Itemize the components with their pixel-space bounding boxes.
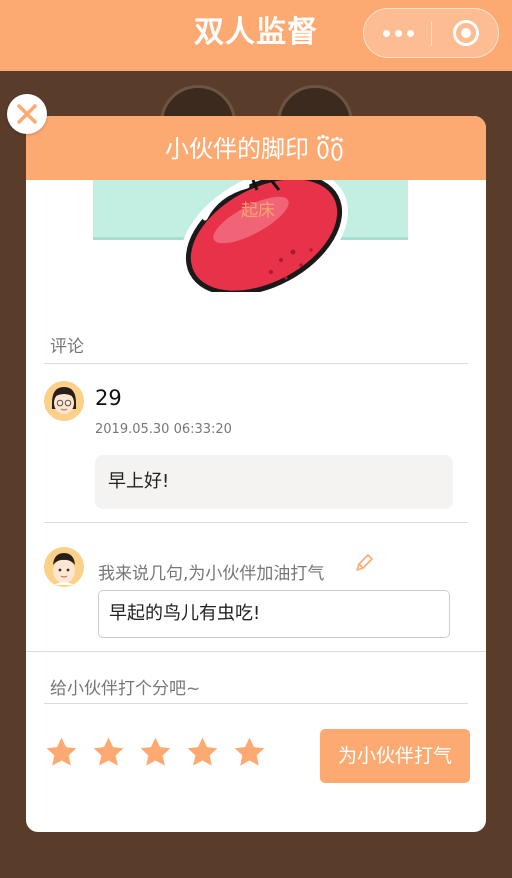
rating-divider [44, 703, 468, 704]
pencil-icon [356, 554, 373, 571]
reply-divider [26, 651, 486, 652]
mini-program-capsule [363, 8, 499, 58]
target-circle-icon[interactable] [453, 20, 479, 46]
capsule-divider [431, 21, 432, 46]
reply-prompt: 我来说几句,为小伙伴加油打气 [98, 564, 325, 584]
nav-bar: 双人监督 [0, 0, 512, 71]
close-button[interactable] [7, 94, 47, 134]
star-icon[interactable] [138, 735, 173, 770]
modal-title: 小伙伴的脚印 [165, 135, 309, 163]
footprints-icon [317, 134, 343, 161]
comment-divider [44, 363, 468, 364]
my-avatar [44, 547, 84, 587]
rating-label: 给小伙伴打个分吧~ [50, 679, 201, 699]
comment-timestamp: 2019.05.30 06:33:20 [95, 422, 232, 437]
star-icon[interactable] [185, 735, 220, 770]
more-dots-icon[interactable] [364, 9, 432, 57]
star-icon[interactable] [91, 735, 126, 770]
commenter-avatar [44, 381, 84, 421]
cheer-button[interactable]: 为小伙伴打气 [320, 729, 470, 783]
commenter-nickname: 29 [95, 386, 122, 410]
modal-header: 小伙伴的脚印 [26, 116, 486, 180]
comment-bottom-divider [44, 522, 468, 523]
reply-input[interactable]: 早起的鸟儿有虫吃! [98, 590, 450, 638]
comment-section-label: 评论 [50, 337, 84, 357]
comment-bubble: 早上好! [95, 455, 453, 509]
task-label: 起床 [241, 201, 275, 221]
star-icon[interactable] [232, 735, 267, 770]
footprint-modal: 小伙伴的脚印 起床 评论 29 2019.05.30 06:33:20 早上好!… [26, 116, 486, 832]
star-rating[interactable] [44, 735, 267, 770]
close-icon [17, 104, 37, 124]
star-icon[interactable] [44, 735, 79, 770]
